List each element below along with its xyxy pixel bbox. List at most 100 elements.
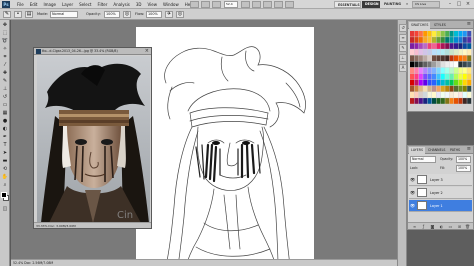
color-swatch[interactable] — [449, 73, 454, 80]
color-swatch[interactable] — [440, 92, 445, 98]
workspace-essentials[interactable]: ESSENTIALS — [334, 1, 361, 8]
color-swatch[interactable] — [445, 43, 450, 49]
color-swatch[interactable] — [423, 98, 428, 104]
layer-style-icon[interactable]: ƒ — [421, 224, 426, 229]
brush-tool-icon[interactable]: ✎ — [1, 78, 9, 85]
color-swatch[interactable] — [458, 92, 463, 98]
zoom-tool-icon[interactable]: ⌕ — [1, 182, 9, 189]
tab-styles[interactable]: STYLES — [432, 22, 448, 29]
color-swatch[interactable] — [432, 43, 436, 49]
delete-layer-icon[interactable]: 🗑 — [465, 224, 470, 229]
shape-tool-icon[interactable]: ▬ — [1, 158, 9, 165]
rotate-view-button[interactable] — [263, 1, 272, 8]
properties-panel-icon[interactable]: ≡ — [399, 34, 407, 42]
color-swatch[interactable] — [423, 43, 428, 49]
color-swatch[interactable] — [445, 49, 450, 55]
color-swatch[interactable] — [467, 73, 472, 80]
color-swatch[interactable] — [445, 61, 450, 68]
color-swatch[interactable] — [414, 85, 419, 92]
layer-mask-icon[interactable]: ◙ — [430, 224, 435, 229]
color-swatch[interactable] — [427, 61, 432, 68]
color-swatch[interactable] — [410, 67, 414, 74]
color-swatch[interactable] — [427, 43, 432, 49]
color-swatch[interactable] — [414, 31, 419, 37]
reference-photo-window[interactable]: tto...d-Cigar-2013_04-26...jpg @ 33.4% (… — [33, 47, 152, 229]
color-swatch[interactable] — [440, 67, 445, 74]
type-tool-icon[interactable]: T — [1, 142, 9, 149]
color-swatch[interactable] — [462, 31, 467, 37]
color-swatch[interactable] — [440, 55, 445, 62]
color-swatch[interactable] — [432, 61, 436, 68]
airbrush-icon[interactable]: ✈ — [165, 11, 173, 18]
tab-swatches[interactable]: SWATCHES — [409, 22, 431, 29]
eyedropper-tool-icon[interactable]: ⁄ — [1, 62, 9, 69]
tab-channels[interactable]: CHANNELS — [426, 147, 447, 154]
color-swatch[interactable] — [462, 79, 467, 86]
color-swatch[interactable] — [462, 55, 467, 62]
zoom-level-select[interactable]: 52.4 — [224, 1, 238, 8]
mini-bridge-button[interactable] — [201, 1, 210, 8]
color-swatch[interactable] — [449, 37, 454, 43]
zoom-tool-button[interactable] — [252, 1, 261, 8]
workspace-painting[interactable]: PAINTING — [381, 1, 403, 8]
mode-select[interactable]: Normal — [50, 11, 78, 18]
color-swatch[interactable] — [458, 73, 463, 80]
color-swatch[interactable] — [414, 73, 419, 80]
color-swatch[interactable] — [427, 49, 432, 55]
color-swatch[interactable] — [423, 31, 428, 37]
tab-paths[interactable]: PATHS — [448, 147, 462, 154]
color-swatch[interactable] — [414, 37, 419, 43]
menu-image[interactable]: Image — [40, 0, 59, 9]
color-swatch[interactable] — [445, 73, 450, 80]
color-swatch[interactable] — [427, 37, 432, 43]
tab-layers[interactable]: LAYERS — [409, 147, 425, 154]
color-swatch[interactable] — [445, 31, 450, 37]
hand-tool-button[interactable] — [241, 1, 250, 8]
color-swatch[interactable] — [410, 49, 414, 55]
color-swatch[interactable] — [410, 85, 414, 92]
color-swatch[interactable] — [432, 79, 436, 86]
color-swatch[interactable] — [449, 49, 454, 55]
color-swatch[interactable] — [414, 79, 419, 86]
quick-select-tool-icon[interactable]: ✧ — [1, 46, 9, 53]
visibility-eye-icon[interactable]: 👁 — [410, 190, 415, 195]
color-swatch[interactable] — [418, 49, 423, 55]
color-swatch[interactable] — [414, 43, 419, 49]
close-button[interactable]: × — [464, 1, 472, 8]
color-swatch[interactable] — [440, 79, 445, 86]
color-swatch[interactable] — [432, 31, 436, 37]
color-swatch[interactable] — [445, 79, 450, 86]
color-swatch[interactable] — [436, 67, 441, 74]
color-swatch[interactable] — [418, 61, 423, 68]
healing-tool-icon[interactable]: ✚ — [1, 70, 9, 77]
color-swatch[interactable] — [427, 79, 432, 86]
new-group-icon[interactable]: ▭ — [448, 224, 453, 229]
color-swatch[interactable] — [467, 49, 472, 55]
fill-field[interactable]: 100% — [456, 165, 471, 172]
color-swatch[interactable] — [462, 98, 467, 104]
color-swatch[interactable] — [458, 61, 463, 68]
color-swatch[interactable] — [445, 85, 450, 92]
color-swatch[interactable] — [458, 98, 463, 104]
color-swatch[interactable] — [427, 85, 432, 92]
color-swatch[interactable] — [423, 92, 428, 98]
color-swatch[interactable] — [458, 37, 463, 43]
pressure-size-icon[interactable]: ◎ — [176, 11, 184, 18]
color-swatch[interactable] — [458, 43, 463, 49]
foreground-color-swatch[interactable] — [1, 192, 7, 198]
color-swatch[interactable] — [423, 67, 428, 74]
color-swatch[interactable] — [418, 67, 423, 74]
color-swatch[interactable] — [432, 37, 436, 43]
color-swatch[interactable] — [427, 31, 432, 37]
color-swatch[interactable] — [458, 31, 463, 37]
color-swatch[interactable] — [462, 43, 467, 49]
color-swatch[interactable] — [458, 55, 463, 62]
color-swatch[interactable] — [440, 85, 445, 92]
menu-view[interactable]: View — [145, 0, 161, 9]
arrange-documents-button[interactable] — [274, 1, 283, 8]
menu-analysis[interactable]: Analysis — [110, 0, 132, 9]
layer-opacity-field[interactable]: 100% — [456, 156, 471, 163]
color-swatch[interactable] — [440, 98, 445, 104]
color-swatch[interactable] — [410, 92, 414, 98]
clone-source-panel-icon[interactable]: ⊥ — [399, 54, 407, 62]
